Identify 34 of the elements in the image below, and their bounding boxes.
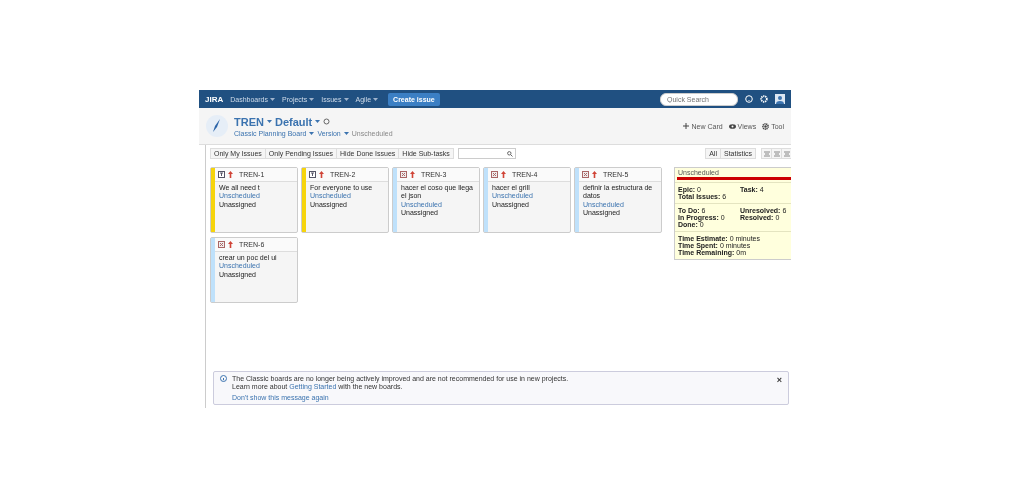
info-icon	[220, 375, 227, 382]
issue-type-icon	[218, 241, 225, 248]
caret-icon	[309, 97, 315, 101]
priority-arrow-icon	[410, 171, 415, 178]
logo[interactable]: JIRA	[205, 94, 224, 104]
search-field[interactable]	[457, 148, 516, 159]
priority-arrow-icon	[228, 241, 233, 248]
caret-icon	[266, 120, 272, 123]
settings-icon[interactable]	[760, 95, 768, 103]
gear-icon	[762, 122, 770, 130]
avatar-icon[interactable]	[775, 94, 785, 104]
caret-icon	[315, 120, 321, 123]
close-button[interactable]: ×	[776, 375, 782, 385]
caret-icon	[343, 131, 349, 135]
caret-icon	[270, 97, 275, 101]
caret-icon	[309, 131, 315, 135]
issue-type-icon	[218, 171, 225, 178]
priority-arrow-icon	[592, 171, 597, 178]
issue-type-icon	[582, 171, 589, 178]
refresh-icon[interactable]	[323, 118, 331, 125]
priority-arrow-icon	[319, 171, 324, 178]
caret-icon	[343, 97, 349, 101]
eye-icon	[728, 123, 736, 129]
plus-icon	[683, 123, 690, 129]
help-icon[interactable]	[745, 95, 753, 103]
issue-type-icon	[491, 171, 498, 178]
project-key[interactable]: TREN	[234, 115, 264, 128]
issue-type-icon	[309, 171, 316, 178]
priority-arrow-icon	[228, 171, 233, 178]
search-icon	[506, 150, 513, 157]
board-name[interactable]: Default	[274, 115, 313, 128]
issue-type-icon	[400, 171, 407, 178]
caret-icon	[373, 97, 379, 101]
priority-arrow-icon	[501, 171, 506, 178]
